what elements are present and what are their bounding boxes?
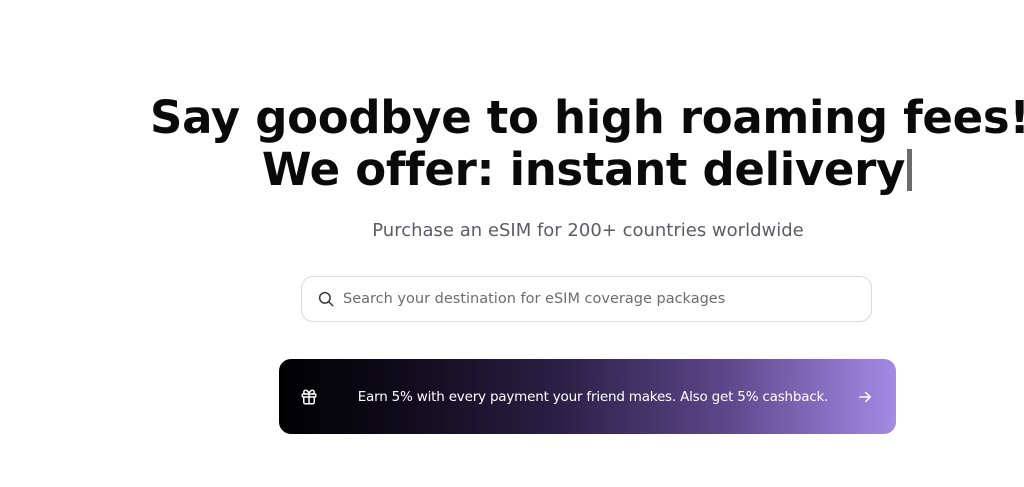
typing-cursor <box>907 149 913 191</box>
search-box[interactable] <box>301 276 872 322</box>
hero-title-line-2: We offer: instant delivery <box>261 143 906 196</box>
hero-subtitle: Purchase an eSIM for 200+ countries worl… <box>372 220 804 241</box>
promo-text: Earn 5% with every payment your friend m… <box>357 388 829 405</box>
hero-title-line-1: Say goodbye to high roaming fees! <box>150 91 1024 144</box>
arrow-right-icon[interactable] <box>856 388 874 406</box>
hero-title: Say goodbye to high roaming fees! We off… <box>150 92 1024 196</box>
search-icon <box>316 289 336 309</box>
referral-promo-banner[interactable]: Earn 5% with every payment your friend m… <box>279 359 896 434</box>
gift-icon <box>300 388 318 406</box>
page: Say goodbye to high roaming fees! We off… <box>0 0 1024 487</box>
search-input[interactable] <box>343 291 843 307</box>
hero-title-line-2-wrapper: We offer: instant delivery <box>150 144 1024 196</box>
